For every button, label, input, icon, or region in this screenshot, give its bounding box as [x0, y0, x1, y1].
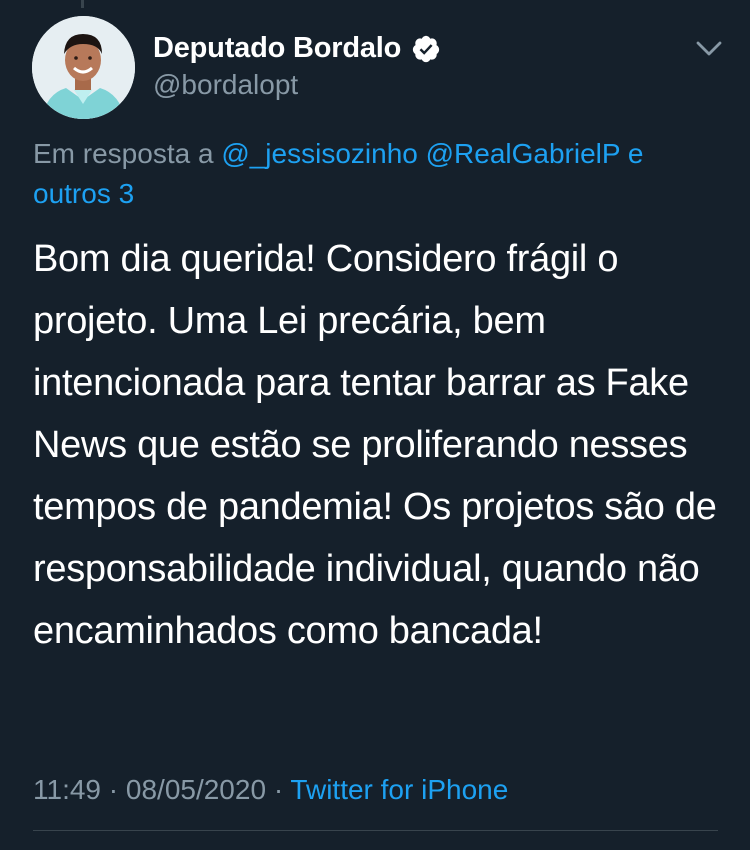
- author-handle[interactable]: @bordalopt: [153, 69, 298, 101]
- divider: [33, 830, 718, 831]
- reply-prefix: Em resposta a: [33, 138, 214, 169]
- tweet-metadata: 11:49 · 08/05/2020 · Twitter for iPhone: [33, 770, 508, 810]
- verified-badge-icon: [411, 34, 441, 64]
- reply-context: Em resposta a @_jessisozinho @RealGabrie…: [33, 134, 713, 214]
- avatar[interactable]: [32, 16, 135, 119]
- tweet-source-link[interactable]: Twitter for iPhone: [290, 774, 508, 805]
- tweet-time[interactable]: 11:49: [33, 774, 101, 805]
- tweet-header: Deputado Bordalo @bordalopt: [0, 0, 750, 130]
- meta-separator: ·: [108, 774, 119, 805]
- mention-link-jessisozinho[interactable]: @_jessisozinho: [221, 138, 418, 169]
- display-name[interactable]: Deputado Bordalo: [153, 32, 401, 65]
- tweet-date[interactable]: 08/05/2020: [126, 774, 266, 805]
- name-row: Deputado Bordalo: [153, 32, 441, 65]
- reply-others-link[interactable]: outros 3: [33, 178, 134, 209]
- reply-connector[interactable]: e: [628, 138, 644, 169]
- meta-separator-2: ·: [273, 774, 284, 805]
- mention-link-realgabrielp[interactable]: @RealGabrielP: [426, 138, 620, 169]
- chevron-down-icon[interactable]: [692, 34, 726, 64]
- tweet-body-text: Bom dia querida! Considero frágil o proj…: [33, 238, 717, 652]
